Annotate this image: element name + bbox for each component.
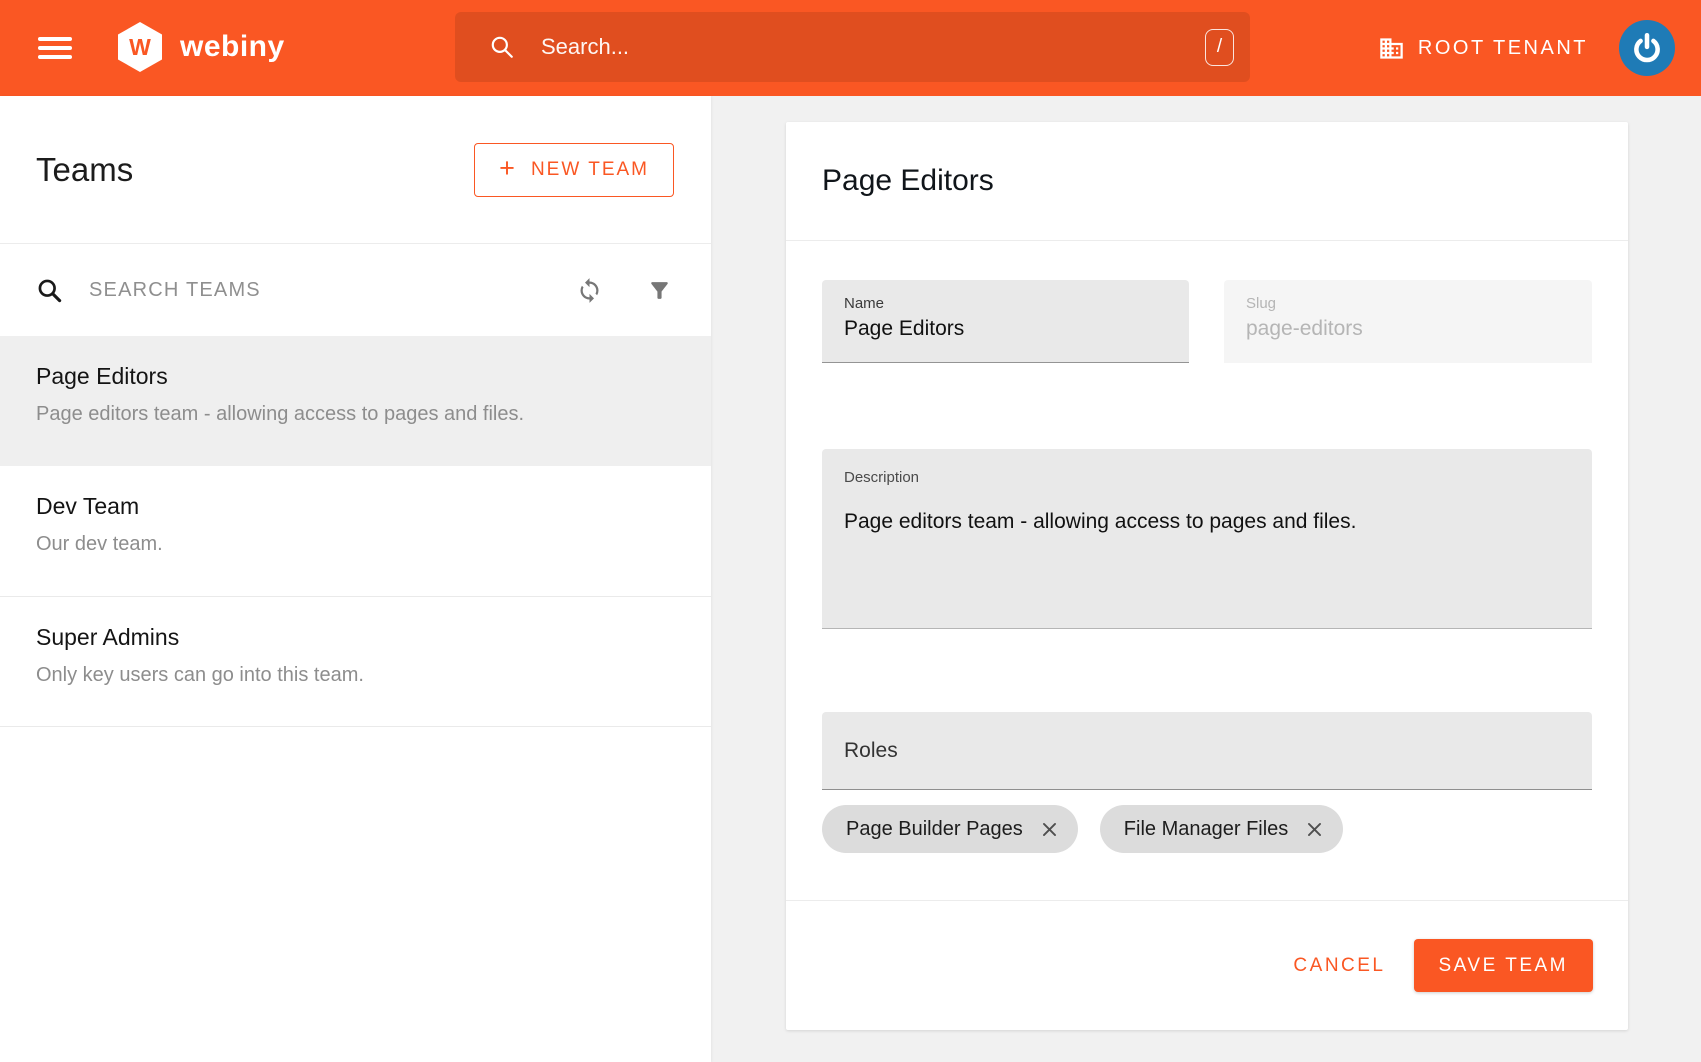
team-name: Dev Team [36,493,675,520]
user-avatar[interactable] [1619,20,1675,76]
filter-icon [647,278,672,303]
form-footer: CANCEL SAVE TEAM [786,900,1628,1030]
form-title: Page Editors [822,164,994,198]
description-label: Description [844,469,1570,486]
form-header: Page Editors [786,122,1628,241]
app-window: W webiny / ROOT TENANT [0,0,1701,1062]
building-icon [1378,35,1405,62]
teams-list-panel: Teams + NEW TEAM [0,96,711,1062]
webiny-logo: W webiny [118,22,285,72]
description-field: Description Page editors team - allowing… [822,449,1592,629]
team-name: Super Admins [36,624,675,651]
teams-search-bar [0,244,711,336]
chip-page-builder-pages: Page Builder Pages [822,805,1078,853]
slug-input [1246,317,1570,341]
cancel-button[interactable]: CANCEL [1279,955,1399,977]
power-icon [1630,31,1664,65]
team-description: Our dev team. [36,533,675,556]
filter-button[interactable] [647,278,672,303]
chip-label: Page Builder Pages [846,818,1023,841]
chip-file-manager-files: File Manager Files [1100,805,1344,853]
save-team-button[interactable]: SAVE TEAM [1414,939,1594,992]
page-title: Teams [36,151,133,189]
team-list-item-super-admins[interactable]: Super Admins Only key users can go into … [0,596,711,726]
webiny-hexagon-icon: W [118,22,162,72]
team-description: Only key users can go into this team. [36,664,675,687]
hamburger-menu-icon[interactable] [38,37,72,59]
name-label: Name [844,295,1167,312]
name-input[interactable] [844,317,1167,341]
refresh-icon [576,277,603,304]
remove-chip-icon[interactable] [1305,820,1324,839]
roles-chips: Page Builder Pages File Manager Files [822,805,1592,853]
tenant-selector[interactable]: ROOT TENANT [1378,35,1588,62]
team-details-panel: Page Editors Name Slug De [711,96,1701,1062]
teams-header: Teams + NEW TEAM [0,96,711,244]
remove-chip-icon[interactable] [1040,820,1059,839]
team-name: Page Editors [36,363,675,390]
search-shortcut-key: / [1205,29,1234,66]
global-search-input[interactable] [541,34,1205,60]
team-list: Page Editors Page editors team - allowin… [0,336,711,727]
search-icon [489,34,515,60]
roles-field[interactable]: Roles [822,712,1592,790]
tenant-name: ROOT TENANT [1418,37,1588,60]
name-field: Name [822,280,1189,363]
description-textarea[interactable]: Page editors team - allowing access to p… [844,508,1570,628]
roles-label: Roles [844,739,898,763]
global-search: / [455,12,1250,82]
teams-search-input[interactable] [89,279,576,302]
svg-text:W: W [129,34,151,60]
top-bar: W webiny / ROOT TENANT [0,0,1701,96]
chip-label: File Manager Files [1124,818,1289,841]
new-team-button[interactable]: + NEW TEAM [474,143,674,197]
team-list-item-dev-team[interactable]: Dev Team Our dev team. [0,466,711,596]
refresh-button[interactable] [576,277,603,304]
plus-icon: + [499,155,517,182]
team-list-item-page-editors[interactable]: Page Editors Page editors team - allowin… [0,336,711,466]
slug-label: Slug [1246,295,1570,312]
team-form-card: Page Editors Name Slug De [786,122,1628,1030]
team-description: Page editors team - allowing access to p… [36,403,675,426]
slug-field: Slug [1224,280,1592,363]
form-body: Name Slug Description Page editors team … [786,241,1628,900]
search-icon [36,277,63,304]
brand-name: webiny [180,30,285,64]
top-bar-right: ROOT TENANT [1378,0,1675,96]
